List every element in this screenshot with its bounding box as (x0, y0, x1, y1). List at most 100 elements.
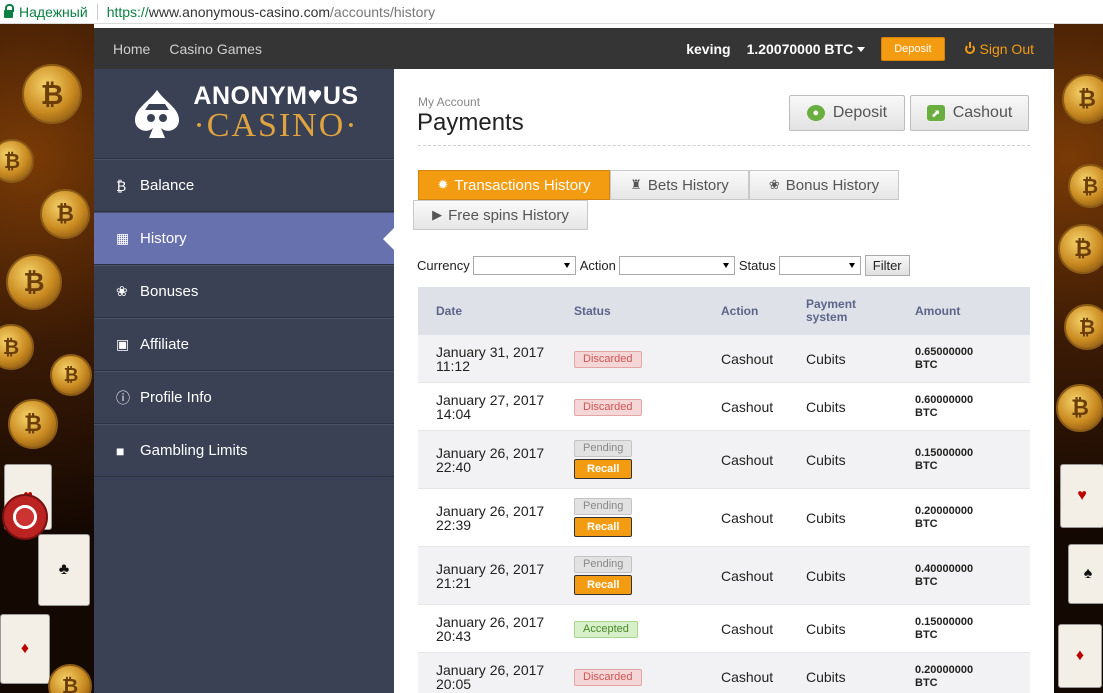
date-cell: January 31, 2017 11:12 (418, 345, 574, 373)
header-divider (418, 145, 1030, 146)
amount-value: 0.20000000 (915, 663, 974, 676)
balance-dropdown[interactable]: 1.20070000 BTC (747, 41, 866, 57)
action-select[interactable] (618, 256, 735, 275)
header-date[interactable]: Date (418, 304, 574, 318)
header-status[interactable]: Status (574, 304, 721, 318)
playing-card-icon: ♦ (1058, 624, 1102, 688)
bitcoin-coin-icon: ₿ (0, 139, 34, 183)
gift-icon: ❀ (116, 283, 128, 299)
status-select[interactable] (778, 256, 861, 275)
deposit-icon: ● (806, 105, 825, 121)
status-cell: Discarded (574, 349, 721, 368)
amount-unit: BTC (915, 575, 938, 588)
amount-cell: 0.65000000 BTC (915, 346, 1030, 372)
amount-unit: BTC (915, 358, 938, 371)
filter-button[interactable]: Filter (864, 255, 910, 276)
recall-button[interactable]: Recall (574, 517, 633, 537)
bitcoin-coin-icon: ₿ (1068, 164, 1103, 208)
sidebar-item-balance[interactable]: ₿ Balance (94, 159, 394, 212)
url-text[interactable]: https://www.anonymous-casino.com/account… (107, 4, 435, 20)
tab-label: Transactions History (454, 176, 591, 194)
tab-free-spins-history[interactable]: ▶ Free spins History (413, 200, 588, 230)
casino-logo[interactable]: ANONYM♥US ·CASINO· (94, 69, 394, 159)
date-cell: January 27, 2017 14:04 (418, 393, 574, 421)
sidebar-item-affiliate[interactable]: ▣ Affiliate (94, 318, 394, 371)
sidebar-item-profile-info[interactable]: ⓘ Profile Info (94, 371, 394, 424)
play-icon: ▶ (432, 207, 443, 222)
recall-button[interactable]: Recall (574, 459, 633, 479)
sidebar-item-label: History (140, 230, 187, 247)
sidebar-item-gambling-limits[interactable]: ■ Gambling Limits (94, 424, 394, 477)
time-value: 22:40 (436, 458, 472, 475)
spade-spy-icon (135, 89, 180, 138)
bitcoin-coin-icon: ₿ (6, 254, 62, 310)
playing-card-icon: ♥ (1060, 464, 1103, 528)
deposit-button[interactable]: ● Deposit (789, 95, 905, 131)
logo-casino-text: ·CASINO· (193, 107, 359, 144)
nav-home-link[interactable]: Home (113, 41, 150, 57)
header-payment-system[interactable]: Payment system (806, 298, 915, 324)
trophy-icon: ♜ (630, 177, 642, 192)
page-title: Payments (417, 109, 524, 136)
sidebar: ANONYM♥US ·CASINO· ₿ Balance ▦ History ❀… (94, 69, 394, 693)
sign-out-label: Sign Out (979, 40, 1034, 57)
sign-out-link[interactable]: Sign Out (964, 40, 1034, 57)
date-value: January 26, 2017 (436, 502, 545, 519)
amount-cell: 0.15000000 BTC (915, 616, 1030, 642)
secure-indicator[interactable]: Надежный (0, 3, 88, 20)
header-action[interactable]: Action (721, 304, 806, 318)
gift-icon: ❀ (768, 177, 780, 192)
payment-system-cell: Cubits (806, 668, 846, 685)
transactions-table: Date Status Action Payment system Amount… (418, 287, 1030, 693)
sidebar-item-label: Affiliate (140, 336, 189, 353)
date-value: January 27, 2017 (436, 391, 545, 408)
top-nav: Home Casino Games keving 1.20070000 BTC … (94, 28, 1054, 69)
sidebar-item-label: Bonuses (140, 283, 199, 300)
briefcase-icon: ▣ (116, 336, 130, 352)
recall-button[interactable]: Recall (574, 575, 633, 595)
amount-unit: BTC (915, 676, 938, 689)
payment-system-cell: Cubits (806, 620, 846, 637)
payment-system-cell: Cubits (806, 567, 846, 584)
table-row: January 26, 2017 20:05 Discarded Cashout Cub… (418, 653, 1030, 693)
amount-unit: BTC (915, 628, 938, 641)
sidebar-item-label: Balance (140, 177, 195, 194)
tab-bets-history[interactable]: ♜ Bets History (610, 170, 749, 200)
caret-down-icon (857, 47, 866, 53)
playing-card-icon: ♦ (0, 614, 50, 684)
payment-system-cell: Cubits (806, 398, 846, 415)
header-amount[interactable]: Amount (915, 304, 1030, 318)
filter-bar: Currency Action Status Filter (417, 255, 910, 276)
table-row: January 31, 2017 11:12 Discarded Cashout Cub… (418, 335, 1030, 383)
cashout-icon: ⬈ (926, 105, 945, 121)
tab-transactions-history[interactable]: ✹ Transactions History (418, 170, 610, 200)
amount-unit: BTC (915, 517, 938, 530)
url-scheme: https:// (106, 3, 149, 20)
status-cell: Discarded (574, 667, 721, 686)
browser-address-bar[interactable]: Надежный https://www.anonymous-casino.co… (0, 0, 1103, 24)
action-cell: Cashout (721, 668, 774, 685)
payment-system-cell: Cubits (806, 451, 846, 468)
nav-casino-games-link[interactable]: Casino Games (169, 41, 262, 57)
breadcrumb[interactable]: My Account (418, 95, 480, 109)
action-cell: Cashout (721, 567, 774, 584)
amount-value: 0.15000000 (915, 446, 974, 459)
cashout-button[interactable]: ⬈ Cashout (910, 95, 1029, 131)
currency-select[interactable] (472, 256, 576, 275)
action-cell: Cashout (721, 620, 774, 637)
sidebar-item-bonuses[interactable]: ❀ Bonuses (94, 265, 394, 318)
deposit-top-button[interactable]: Deposit (881, 36, 945, 61)
amount-cell: 0.60000000 BTC (915, 394, 1030, 420)
status-cell: Accepted (574, 619, 721, 638)
amount-unit: BTC (915, 406, 938, 419)
payment-system-cell: Cubits (806, 509, 846, 526)
tab-bonus-history[interactable]: ❀ Bonus History (749, 170, 899, 200)
address-separator (96, 3, 98, 20)
date-value: January 31, 2017 (436, 343, 545, 360)
username: keving (686, 40, 731, 57)
sidebar-item-history[interactable]: ▦ History (94, 212, 394, 265)
deposit-button-label: Deposit (832, 104, 888, 121)
amount-value: 0.65000000 (915, 345, 974, 358)
info-icon: ⓘ (116, 389, 130, 406)
background-art-left: ₿ ₿ ₿ ₿ ₿ ₿ ₿ ♥ ♣ ♦ ₿ (0, 24, 94, 693)
